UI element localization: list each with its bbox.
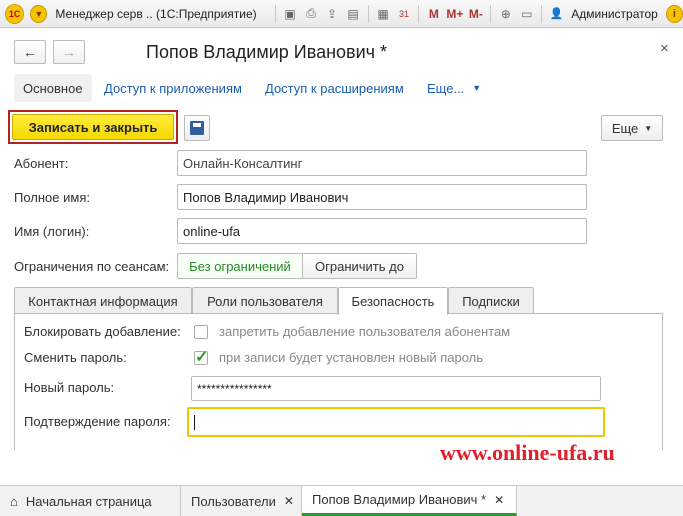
print-icon[interactable]: ⎙: [301, 3, 322, 25]
current-user[interactable]: Администратор: [571, 7, 658, 21]
no-limit-toggle[interactable]: Без ограничений: [177, 253, 303, 279]
session-limit-label: Ограничения по сеансам:: [14, 259, 170, 274]
tab-user-roles[interactable]: Роли пользователя: [192, 287, 338, 314]
tab-more-label: Еще...: [427, 80, 465, 96]
users-tab[interactable]: Пользователи ✕: [181, 486, 302, 516]
toolbar-separator: [541, 4, 543, 23]
chevron-down-icon: ▼: [644, 123, 653, 133]
save-and-close-button[interactable]: Записать и закрыть: [8, 110, 178, 144]
document-icon[interactable]: ▤: [343, 3, 364, 25]
chevron-down-icon: ▼: [472, 83, 482, 93]
more-button[interactable]: Еще ▼: [601, 115, 663, 141]
toolbar-separator: [418, 4, 420, 23]
block-add-text: запретить добавление пользователя абонен…: [219, 324, 511, 339]
memory-plus-icon[interactable]: M+: [444, 3, 465, 25]
close-form-button[interactable]: ×: [660, 40, 669, 57]
home-page-tab[interactable]: ⌂ Начальная страница: [0, 486, 181, 516]
info-icon[interactable]: i: [665, 4, 683, 23]
text-caret: [194, 414, 195, 430]
save-button[interactable]: [184, 115, 210, 141]
tab-contact-info[interactable]: Контактная информация: [14, 287, 192, 314]
app-title: Менеджер серв .. (1С:Предприятие): [55, 6, 257, 21]
confirm-password-field[interactable]: [187, 407, 605, 437]
subscriber-label: Абонент:: [14, 156, 69, 171]
calculator-icon[interactable]: ▦: [373, 3, 394, 25]
toolbar-separator: [490, 4, 492, 23]
limit-until-toggle[interactable]: Ограничить до: [303, 253, 417, 279]
toolbar-separator: [274, 4, 276, 23]
save-and-close-label: Записать и закрыть: [12, 114, 174, 140]
close-icon[interactable]: ✕: [494, 493, 504, 507]
full-name-label: Полное имя:: [14, 190, 90, 205]
users-tab-label: Пользователи: [191, 493, 276, 509]
floppy-icon: [190, 121, 204, 135]
tab-main[interactable]: Основное: [14, 74, 92, 102]
calendar-icon[interactable]: 31: [393, 3, 414, 25]
login-label: Имя (логин):: [14, 224, 90, 239]
panel-icon[interactable]: ▭: [516, 3, 537, 25]
open-windows-bar: ⌂ Начальная страница Пользователи ✕ Попо…: [0, 485, 683, 516]
change-password-label: Сменить пароль:: [24, 350, 127, 365]
back-button[interactable]: ←: [14, 40, 46, 64]
new-password-field[interactable]: ****************: [191, 376, 601, 401]
tab-more[interactable]: Еще... ▼: [427, 74, 481, 102]
toolbar-separator: [367, 4, 369, 23]
tab-app-access[interactable]: Доступ к приложениям: [104, 74, 242, 102]
page-title: Попов Владимир Иванович *: [146, 42, 388, 62]
save-icon[interactable]: ▣: [280, 3, 301, 25]
new-password-label: Новый пароль:: [24, 380, 115, 395]
tab-security[interactable]: Безопасность: [338, 287, 448, 315]
home-page-label: Начальная страница: [25, 493, 152, 509]
change-password-checkbox[interactable]: [194, 347, 208, 367]
login-field[interactable]: online-ufa: [177, 218, 587, 244]
home-icon: ⌂: [10, 493, 18, 509]
close-icon[interactable]: ✕: [284, 494, 294, 508]
upload-icon[interactable]: ⇪: [322, 3, 343, 25]
more-button-label: Еще: [611, 120, 639, 136]
memory-minus-icon[interactable]: M-: [465, 3, 486, 25]
main-menu-icon[interactable]: ▼: [30, 4, 48, 23]
confirm-password-label: Подтверждение пароля:: [24, 414, 171, 429]
zoom-icon[interactable]: ⊕: [495, 3, 516, 25]
app-logo-icon[interactable]: 1С: [5, 3, 25, 24]
full-name-field[interactable]: Попов Владимир Иванович: [177, 184, 587, 210]
block-add-checkbox[interactable]: [194, 325, 208, 339]
memory-icon[interactable]: M: [423, 3, 444, 25]
tab-subscriptions[interactable]: Подписки: [448, 287, 534, 314]
current-form-tab[interactable]: Попов Владимир Иванович * ✕: [302, 486, 517, 516]
block-add-label: Блокировать добавление:: [24, 324, 181, 339]
change-password-text: при записи будет установлен новый пароль: [219, 350, 484, 365]
app-titlebar: 1С ▼ Менеджер серв .. (1С:Предприятие) ▣…: [0, 0, 683, 28]
watermark-text: www.online-ufa.ru: [440, 440, 615, 465]
tab-extension-access[interactable]: Доступ к расширениям: [265, 74, 404, 102]
user-icon: 👤: [549, 8, 564, 20]
current-form-tab-label: Попов Владимир Иванович *: [312, 492, 487, 507]
subscriber-field[interactable]: Онлайн-Консалтинг: [177, 150, 587, 176]
forward-button[interactable]: →: [53, 40, 85, 64]
